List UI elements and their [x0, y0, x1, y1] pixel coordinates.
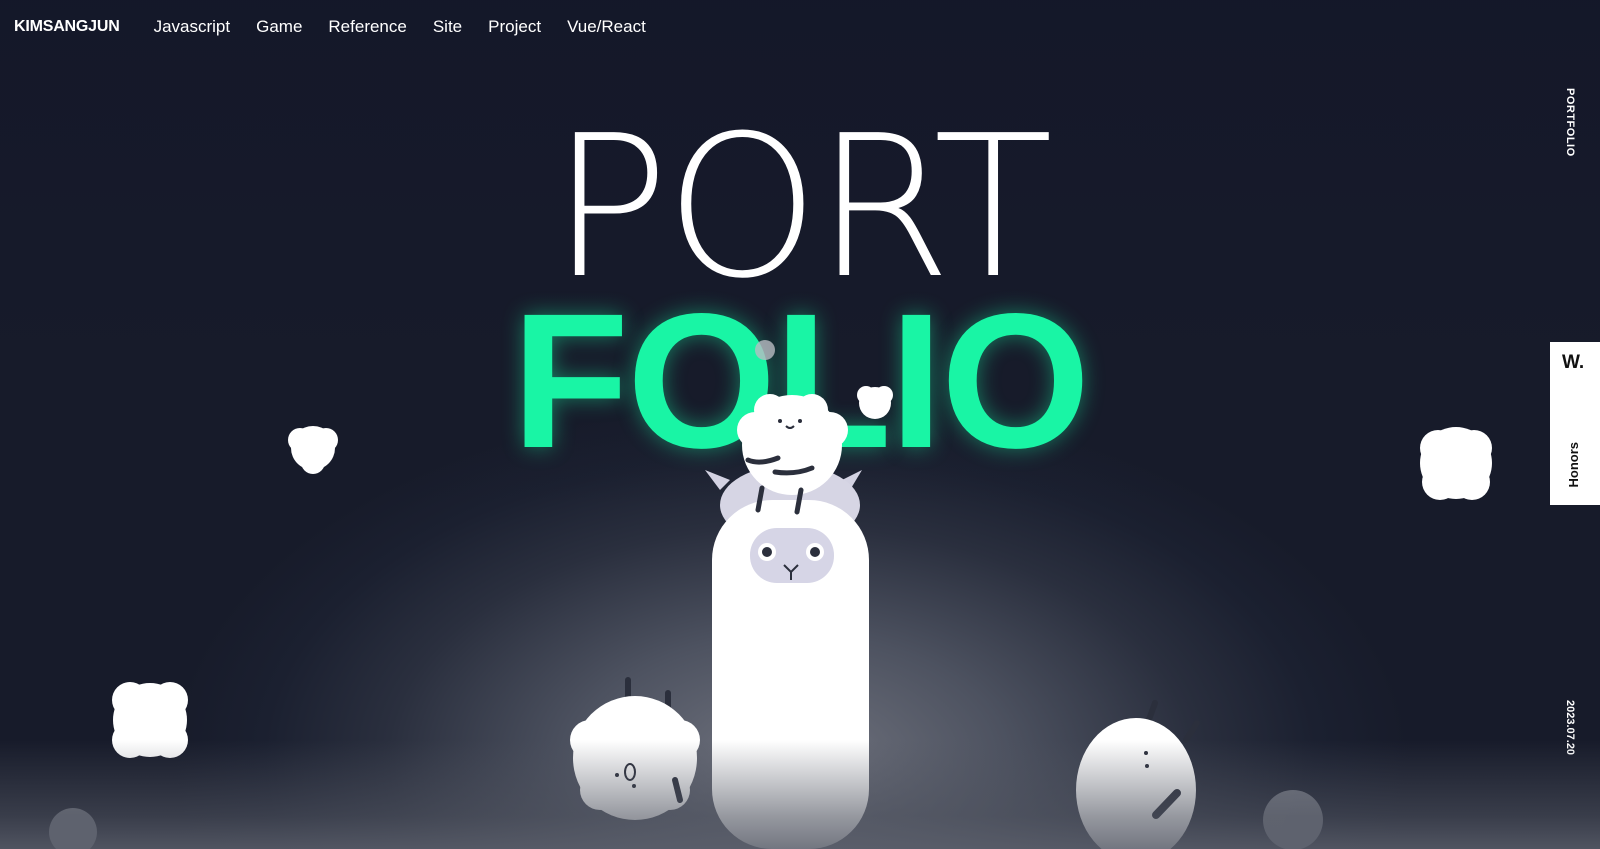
- hero-title-folio: FOLIO: [511, 273, 1091, 488]
- sheep-right: [1076, 700, 1200, 849]
- nav-reference[interactable]: Reference: [328, 17, 406, 37]
- bottom-fade: [0, 740, 1600, 849]
- nav-javascript[interactable]: Javascript: [154, 17, 231, 37]
- nav-project[interactable]: Project: [488, 17, 541, 37]
- fluff-ball-corner-right: [1263, 790, 1323, 849]
- nav-game[interactable]: Game: [256, 17, 302, 37]
- side-date: 2023.07.20: [1564, 700, 1576, 756]
- fluff-ball-corner-left: [49, 808, 97, 849]
- main-nav: Javascript Game Reference Site Project V…: [154, 17, 672, 37]
- fluff-ball-bottom-left: [112, 682, 188, 758]
- nav-vue-react[interactable]: Vue/React: [567, 17, 646, 37]
- nav-site[interactable]: Site: [433, 17, 462, 37]
- site-header: KIMSANGJUN Javascript Game Reference Sit…: [14, 16, 672, 38]
- site-logo[interactable]: KIMSANGJUN: [14, 18, 120, 36]
- sheep-left: [570, 677, 700, 820]
- tall-alpaca: [705, 465, 869, 849]
